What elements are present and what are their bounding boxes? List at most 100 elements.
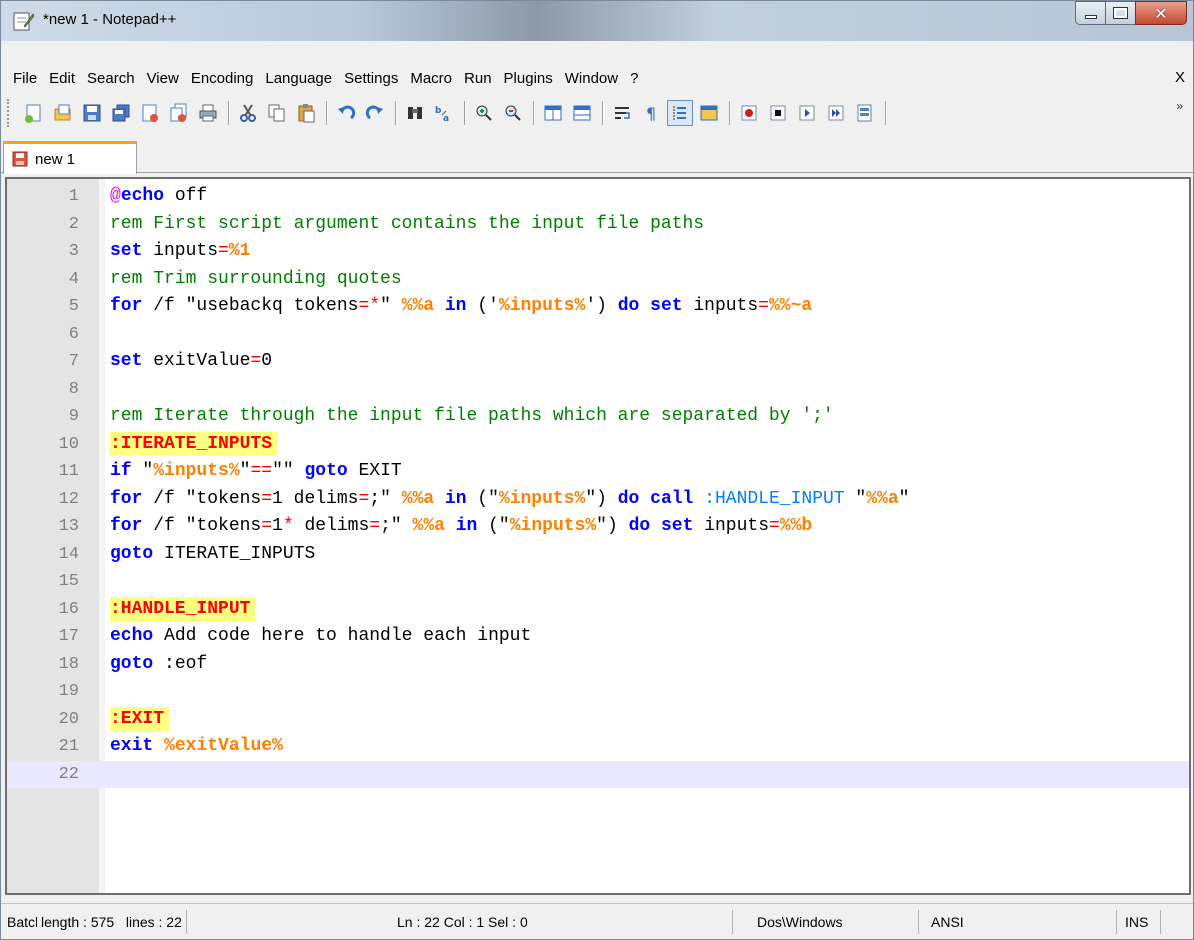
- save-macro-icon[interactable]: [852, 100, 878, 126]
- document-map-icon[interactable]: [696, 100, 722, 126]
- menu-search[interactable]: Search: [81, 70, 141, 87]
- copy-icon[interactable]: [264, 100, 290, 126]
- toolbar: ba ¶ »: [1, 91, 1193, 135]
- line-number: 7: [68, 352, 79, 371]
- line-number: 6: [68, 324, 79, 344]
- code-lines: 1 @echo off 2 rem First script argument co…: [7, 183, 1189, 788]
- replace-icon[interactable]: ba: [431, 100, 457, 126]
- line-number: 12: [58, 489, 79, 509]
- label-iterate-inputs: :ITERATE_INPUTS: [110, 431, 278, 456]
- toolbar-grip[interactable]: [7, 99, 11, 127]
- toolbar-separator: [326, 101, 327, 125]
- save-all-icon[interactable]: [108, 100, 134, 126]
- toolbar-separator: [729, 101, 730, 125]
- code-line[interactable]: 18 goto :eof: [7, 651, 1189, 679]
- sync-vertical-icon[interactable]: [540, 100, 566, 126]
- code-line[interactable]: 16:HANDLE_INPUT: [7, 596, 1189, 624]
- undo-icon[interactable]: [333, 100, 359, 126]
- line-number: 21: [58, 737, 79, 756]
- code-line[interactable]: 21 exit %exitValue%: [7, 733, 1189, 761]
- status-bar: Batch file length : 575 lines : 22 Ln : …: [1, 903, 1193, 939]
- code-line[interactable]: 6: [7, 321, 1189, 349]
- code-line[interactable]: 7 set exitValue=0: [7, 348, 1189, 376]
- line-content: :HANDLE_INPUT: [110, 596, 256, 624]
- code-line[interactable]: 2 rem First script argument contains the …: [7, 211, 1189, 239]
- svg-text:a: a: [443, 114, 449, 123]
- word-wrap-icon[interactable]: [609, 100, 635, 126]
- code-line[interactable]: 11 if "%inputs%"=="" goto EXIT: [7, 458, 1189, 486]
- menu-window[interactable]: Window: [559, 70, 624, 87]
- new-file-icon[interactable]: [21, 100, 47, 126]
- window-title: *new 1 - Notepad++: [43, 11, 177, 28]
- menu-macro[interactable]: Macro: [404, 70, 458, 87]
- find-icon[interactable]: [402, 100, 428, 126]
- show-all-chars-icon[interactable]: ¶: [638, 100, 664, 126]
- line-number: 9: [68, 407, 79, 426]
- code-line[interactable]: 1 @echo off: [7, 183, 1189, 211]
- code-line[interactable]: 9 rem Iterate through the input file path…: [7, 403, 1189, 431]
- minimize-button[interactable]: [1075, 1, 1105, 25]
- window-controls: ✕: [1075, 1, 1187, 25]
- menu-edit[interactable]: Edit: [43, 70, 81, 87]
- menu-plugins[interactable]: Plugins: [498, 70, 559, 87]
- menu-help[interactable]: ?: [624, 70, 644, 87]
- code-line[interactable]: 4 rem Trim surrounding quotes: [7, 266, 1189, 294]
- maximize-button[interactable]: [1105, 1, 1135, 25]
- menu-settings[interactable]: Settings: [338, 70, 404, 87]
- indent-guide-icon[interactable]: [667, 100, 693, 126]
- playback-macro-icon[interactable]: [794, 100, 820, 126]
- zoom-out-icon[interactable]: [500, 100, 526, 126]
- code-line[interactable]: 3 set inputs=%1: [7, 238, 1189, 266]
- line-number: 13: [58, 517, 79, 536]
- redo-icon[interactable]: [362, 100, 388, 126]
- code-line[interactable]: 20:EXIT: [7, 706, 1189, 734]
- close-all-icon[interactable]: [166, 100, 192, 126]
- zoom-in-icon[interactable]: [471, 100, 497, 126]
- code-line[interactable]: 17 echo Add code here to handle each inpu…: [7, 623, 1189, 651]
- code-line[interactable]: 15: [7, 568, 1189, 596]
- toolbar-overflow-chevron-icon[interactable]: »: [1176, 99, 1183, 113]
- record-macro-icon[interactable]: [736, 100, 762, 126]
- tab-new-1[interactable]: new 1: [3, 141, 137, 174]
- line-content: if "%inputs%"=="" goto EXIT: [110, 461, 402, 481]
- cut-icon[interactable]: [235, 100, 261, 126]
- print-icon[interactable]: [195, 100, 221, 126]
- paste-icon[interactable]: [293, 100, 319, 126]
- stop-record-icon[interactable]: [765, 100, 791, 126]
- run-macro-multiple-icon[interactable]: [823, 100, 849, 126]
- code-line[interactable]: 12 for /f "tokens=1 delims=;" %%a in ("%i…: [7, 486, 1189, 514]
- line-number: 8: [68, 379, 79, 399]
- menu-view[interactable]: View: [141, 70, 185, 87]
- line-number: 10: [58, 434, 79, 454]
- code-line[interactable]: 14 goto ITERATE_INPUTS: [7, 541, 1189, 569]
- line-content: echo Add code here to handle each input: [110, 626, 532, 646]
- code-editor[interactable]: 1 @echo off 2 rem First script argument co…: [5, 177, 1191, 895]
- status-insert-mode[interactable]: INS: [1121, 910, 1161, 934]
- menu-file[interactable]: File: [7, 70, 43, 87]
- current-code-line[interactable]: 22: [7, 760, 1189, 788]
- line-content: set exitValue=0: [110, 351, 273, 371]
- save-icon[interactable]: [79, 100, 105, 126]
- menubar-spacer: [1, 41, 1193, 65]
- line-content: for /f "tokens=1* delims=;" %%a in ("%in…: [110, 516, 813, 536]
- close-window-button[interactable]: ✕: [1135, 1, 1187, 25]
- line-number: 18: [58, 654, 79, 674]
- close-document-button[interactable]: X: [1175, 69, 1185, 86]
- status-eol-format[interactable]: Dos\Windows: [753, 910, 919, 934]
- title-bar[interactable]: *new 1 - Notepad++ ✕: [1, 1, 1193, 41]
- code-line[interactable]: 8: [7, 376, 1189, 404]
- menu-language[interactable]: Language: [259, 70, 338, 87]
- open-file-icon[interactable]: [50, 100, 76, 126]
- line-number: 4: [68, 269, 79, 289]
- menu-run[interactable]: Run: [458, 70, 498, 87]
- svg-text:b: b: [435, 106, 442, 116]
- close-icon[interactable]: [137, 100, 163, 126]
- status-encoding[interactable]: ANSI: [927, 910, 1117, 934]
- sync-horizontal-icon[interactable]: [569, 100, 595, 126]
- line-number: 14: [58, 544, 79, 564]
- menu-encoding[interactable]: Encoding: [185, 70, 260, 87]
- code-line[interactable]: 13 for /f "tokens=1* delims=;" %%a in ("%…: [7, 513, 1189, 541]
- code-line[interactable]: 10 :ITERATE_INPUTS: [7, 431, 1189, 459]
- code-line[interactable]: 19: [7, 678, 1189, 706]
- code-line[interactable]: 5 for /f "usebackq tokens=*" %%a in ('%in…: [7, 293, 1189, 321]
